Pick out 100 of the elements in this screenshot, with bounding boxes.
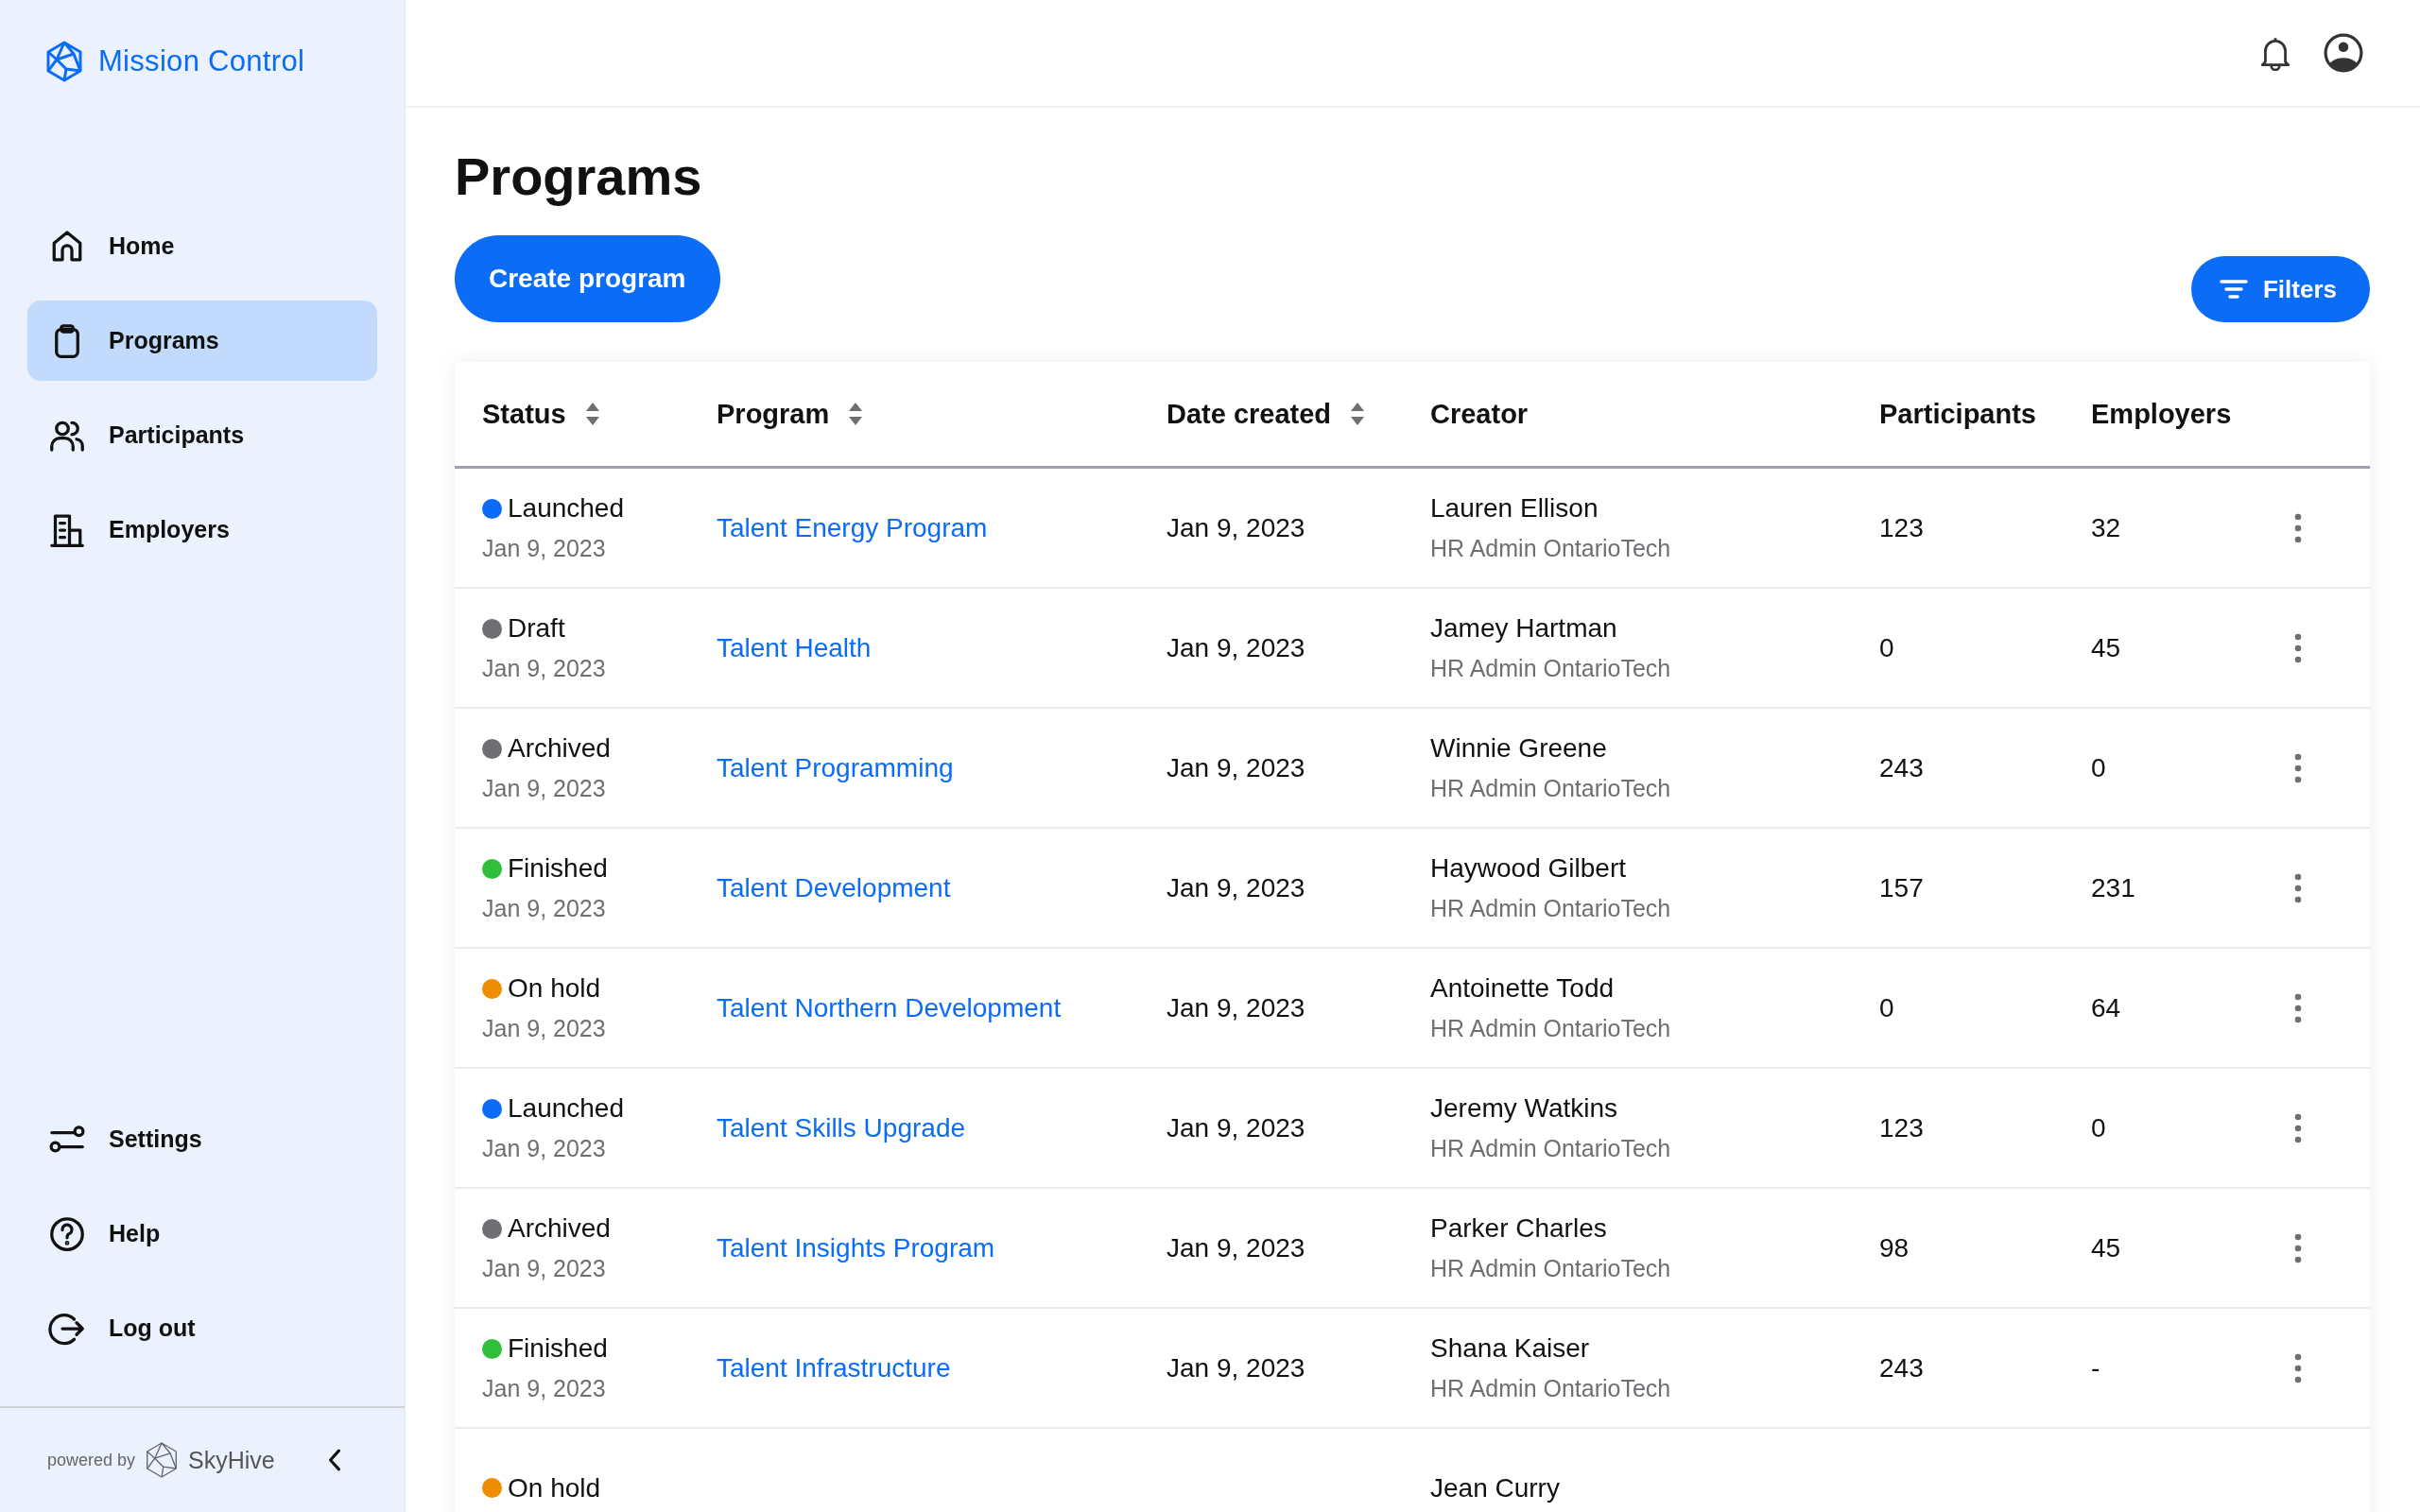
date-cell: Jan 9, 2023: [1167, 632, 1305, 663]
program-link[interactable]: Talent Northern Development: [717, 992, 1062, 1023]
creator-name: Antoinette Todd: [1430, 973, 1615, 1004]
nav-item[interactable]: Home: [27, 206, 377, 286]
nav-item[interactable]: Participants: [27, 395, 377, 475]
status-date: Jan 9, 2023: [482, 535, 606, 562]
participants-count: 123: [1879, 512, 1924, 543]
column-header[interactable]: Date created: [1167, 398, 1366, 430]
creator-name: Jamey Hartman: [1430, 613, 1617, 644]
more-options-icon[interactable]: [2294, 632, 2302, 663]
date-cell: Jan 9, 2023: [1167, 1232, 1305, 1263]
status-date: Jan 9, 2023: [482, 1015, 606, 1042]
participants-count: 0: [1879, 992, 1894, 1023]
column-header: Participants: [1879, 398, 2036, 430]
app-title: Mission Control: [98, 44, 305, 78]
more-options-icon[interactable]: [2294, 752, 2302, 783]
hexagon-logo-icon: [145, 1441, 180, 1479]
column-header: Creator: [1430, 398, 1529, 430]
more-options-icon[interactable]: [2294, 872, 2302, 903]
filters-button[interactable]: Filters: [2190, 256, 2370, 322]
nav-item[interactable]: Help: [27, 1194, 377, 1274]
more-options-icon[interactable]: [2294, 992, 2302, 1023]
brand-name: SkyHive: [188, 1446, 275, 1474]
status-label: Launched: [482, 493, 624, 524]
participants-count: 123: [1879, 1112, 1924, 1143]
more-options-icon[interactable]: [2294, 1352, 2302, 1383]
column-header[interactable]: Program: [717, 398, 864, 430]
creator-name: Winnie Greene: [1430, 733, 1607, 764]
status-label: On hold: [482, 1472, 601, 1503]
date-cell: Jan 9, 2023: [1167, 1112, 1305, 1143]
employers-count: 64: [2091, 992, 2121, 1023]
creator-role: HR Admin OntarioTech: [1430, 1135, 1671, 1162]
nav-item[interactable]: Programs: [27, 301, 377, 381]
sort-icon: [1350, 402, 1366, 426]
column-header[interactable]: Status: [482, 398, 600, 430]
filter-icon: [2219, 278, 2248, 301]
creator-role: HR Admin OntarioTech: [1430, 775, 1671, 802]
status-label: On hold: [482, 973, 601, 1004]
more-options-icon[interactable]: [2294, 1232, 2302, 1263]
nav-item[interactable]: Settings: [27, 1099, 377, 1179]
status-date: Jan 9, 2023: [482, 1255, 606, 1282]
creator-role: HR Admin OntarioTech: [1430, 535, 1671, 562]
creator-name: Parker Charles: [1430, 1213, 1607, 1244]
account-icon[interactable]: [2324, 33, 2363, 73]
program-link[interactable]: Talent Energy Program: [717, 512, 988, 543]
column-header: Employers: [2091, 398, 2232, 430]
participants-count: 243: [1879, 752, 1924, 783]
status-label: Finished: [482, 1333, 608, 1364]
creator-role: HR Admin OntarioTech: [1430, 895, 1671, 922]
status-date: Jan 9, 2023: [482, 1135, 606, 1162]
participants-count: 243: [1879, 1352, 1924, 1383]
program-link[interactable]: Talent Skills Upgrade: [717, 1112, 966, 1143]
date-cell: Jan 9, 2023: [1167, 872, 1305, 903]
employers-count: 32: [2091, 512, 2121, 543]
creator-role: HR Admin OntarioTech: [1430, 1255, 1671, 1282]
status-date: Jan 9, 2023: [482, 775, 606, 802]
employers-count: 0: [2091, 752, 2106, 783]
participants-count: 98: [1879, 1232, 1910, 1263]
date-cell: Jan 9, 2023: [1167, 512, 1305, 543]
status-label: Archived: [482, 1213, 611, 1244]
employers-count: 45: [2091, 1232, 2121, 1263]
creator-role: HR Admin OntarioTech: [1430, 1015, 1671, 1042]
date-cell: Jan 9, 2023: [1167, 992, 1305, 1023]
creator-role: HR Admin OntarioTech: [1430, 1375, 1671, 1402]
sort-icon: [848, 402, 864, 426]
creator-name: Jeremy Watkins: [1430, 1093, 1618, 1124]
nav-item[interactable]: Employers: [27, 490, 377, 570]
date-cell: Jan 9, 2023: [1167, 1352, 1305, 1383]
sort-icon: [584, 402, 600, 426]
program-link[interactable]: Talent Insights Program: [717, 1232, 995, 1263]
date-cell: Jan 9, 2023: [1167, 752, 1305, 783]
bell-icon[interactable]: [2259, 35, 2291, 71]
powered-by-label: powered by: [47, 1450, 136, 1470]
program-link[interactable]: Talent Infrastructure: [717, 1352, 951, 1383]
more-options-icon[interactable]: [2294, 512, 2302, 543]
participants-count: 0: [1879, 632, 1894, 663]
help-icon: [48, 1214, 86, 1253]
program-link[interactable]: Talent Health: [717, 632, 872, 663]
employers-count: 0: [2091, 1112, 2106, 1143]
status-date: Jan 9, 2023: [482, 895, 606, 922]
employers-count: -: [2091, 1352, 2100, 1383]
create-program-button[interactable]: Create program: [455, 235, 720, 322]
creator-name: Shana Kaiser: [1430, 1333, 1590, 1364]
status-label: Finished: [482, 853, 608, 884]
status-date: Jan 9, 2023: [482, 1375, 606, 1402]
participants-count: 157: [1879, 872, 1924, 903]
nav-item[interactable]: Log out: [27, 1288, 377, 1368]
creator-role: HR Admin OntarioTech: [1430, 655, 1671, 682]
employers-count: 45: [2091, 632, 2121, 663]
creator-name: Lauren Ellison: [1430, 493, 1599, 524]
employers-count: 231: [2091, 872, 2135, 903]
status-date: Jan 9, 2023: [482, 655, 606, 682]
program-link[interactable]: Talent Programming: [717, 752, 954, 783]
program-link[interactable]: Talent Development: [717, 872, 951, 903]
more-options-icon[interactable]: [2294, 1112, 2302, 1143]
creator-name: Jean Curry: [1430, 1472, 1560, 1503]
status-label: Archived: [482, 733, 611, 764]
page-title: Programs: [455, 146, 703, 207]
status-label: Draft: [482, 613, 565, 644]
status-label: Launched: [482, 1093, 624, 1124]
